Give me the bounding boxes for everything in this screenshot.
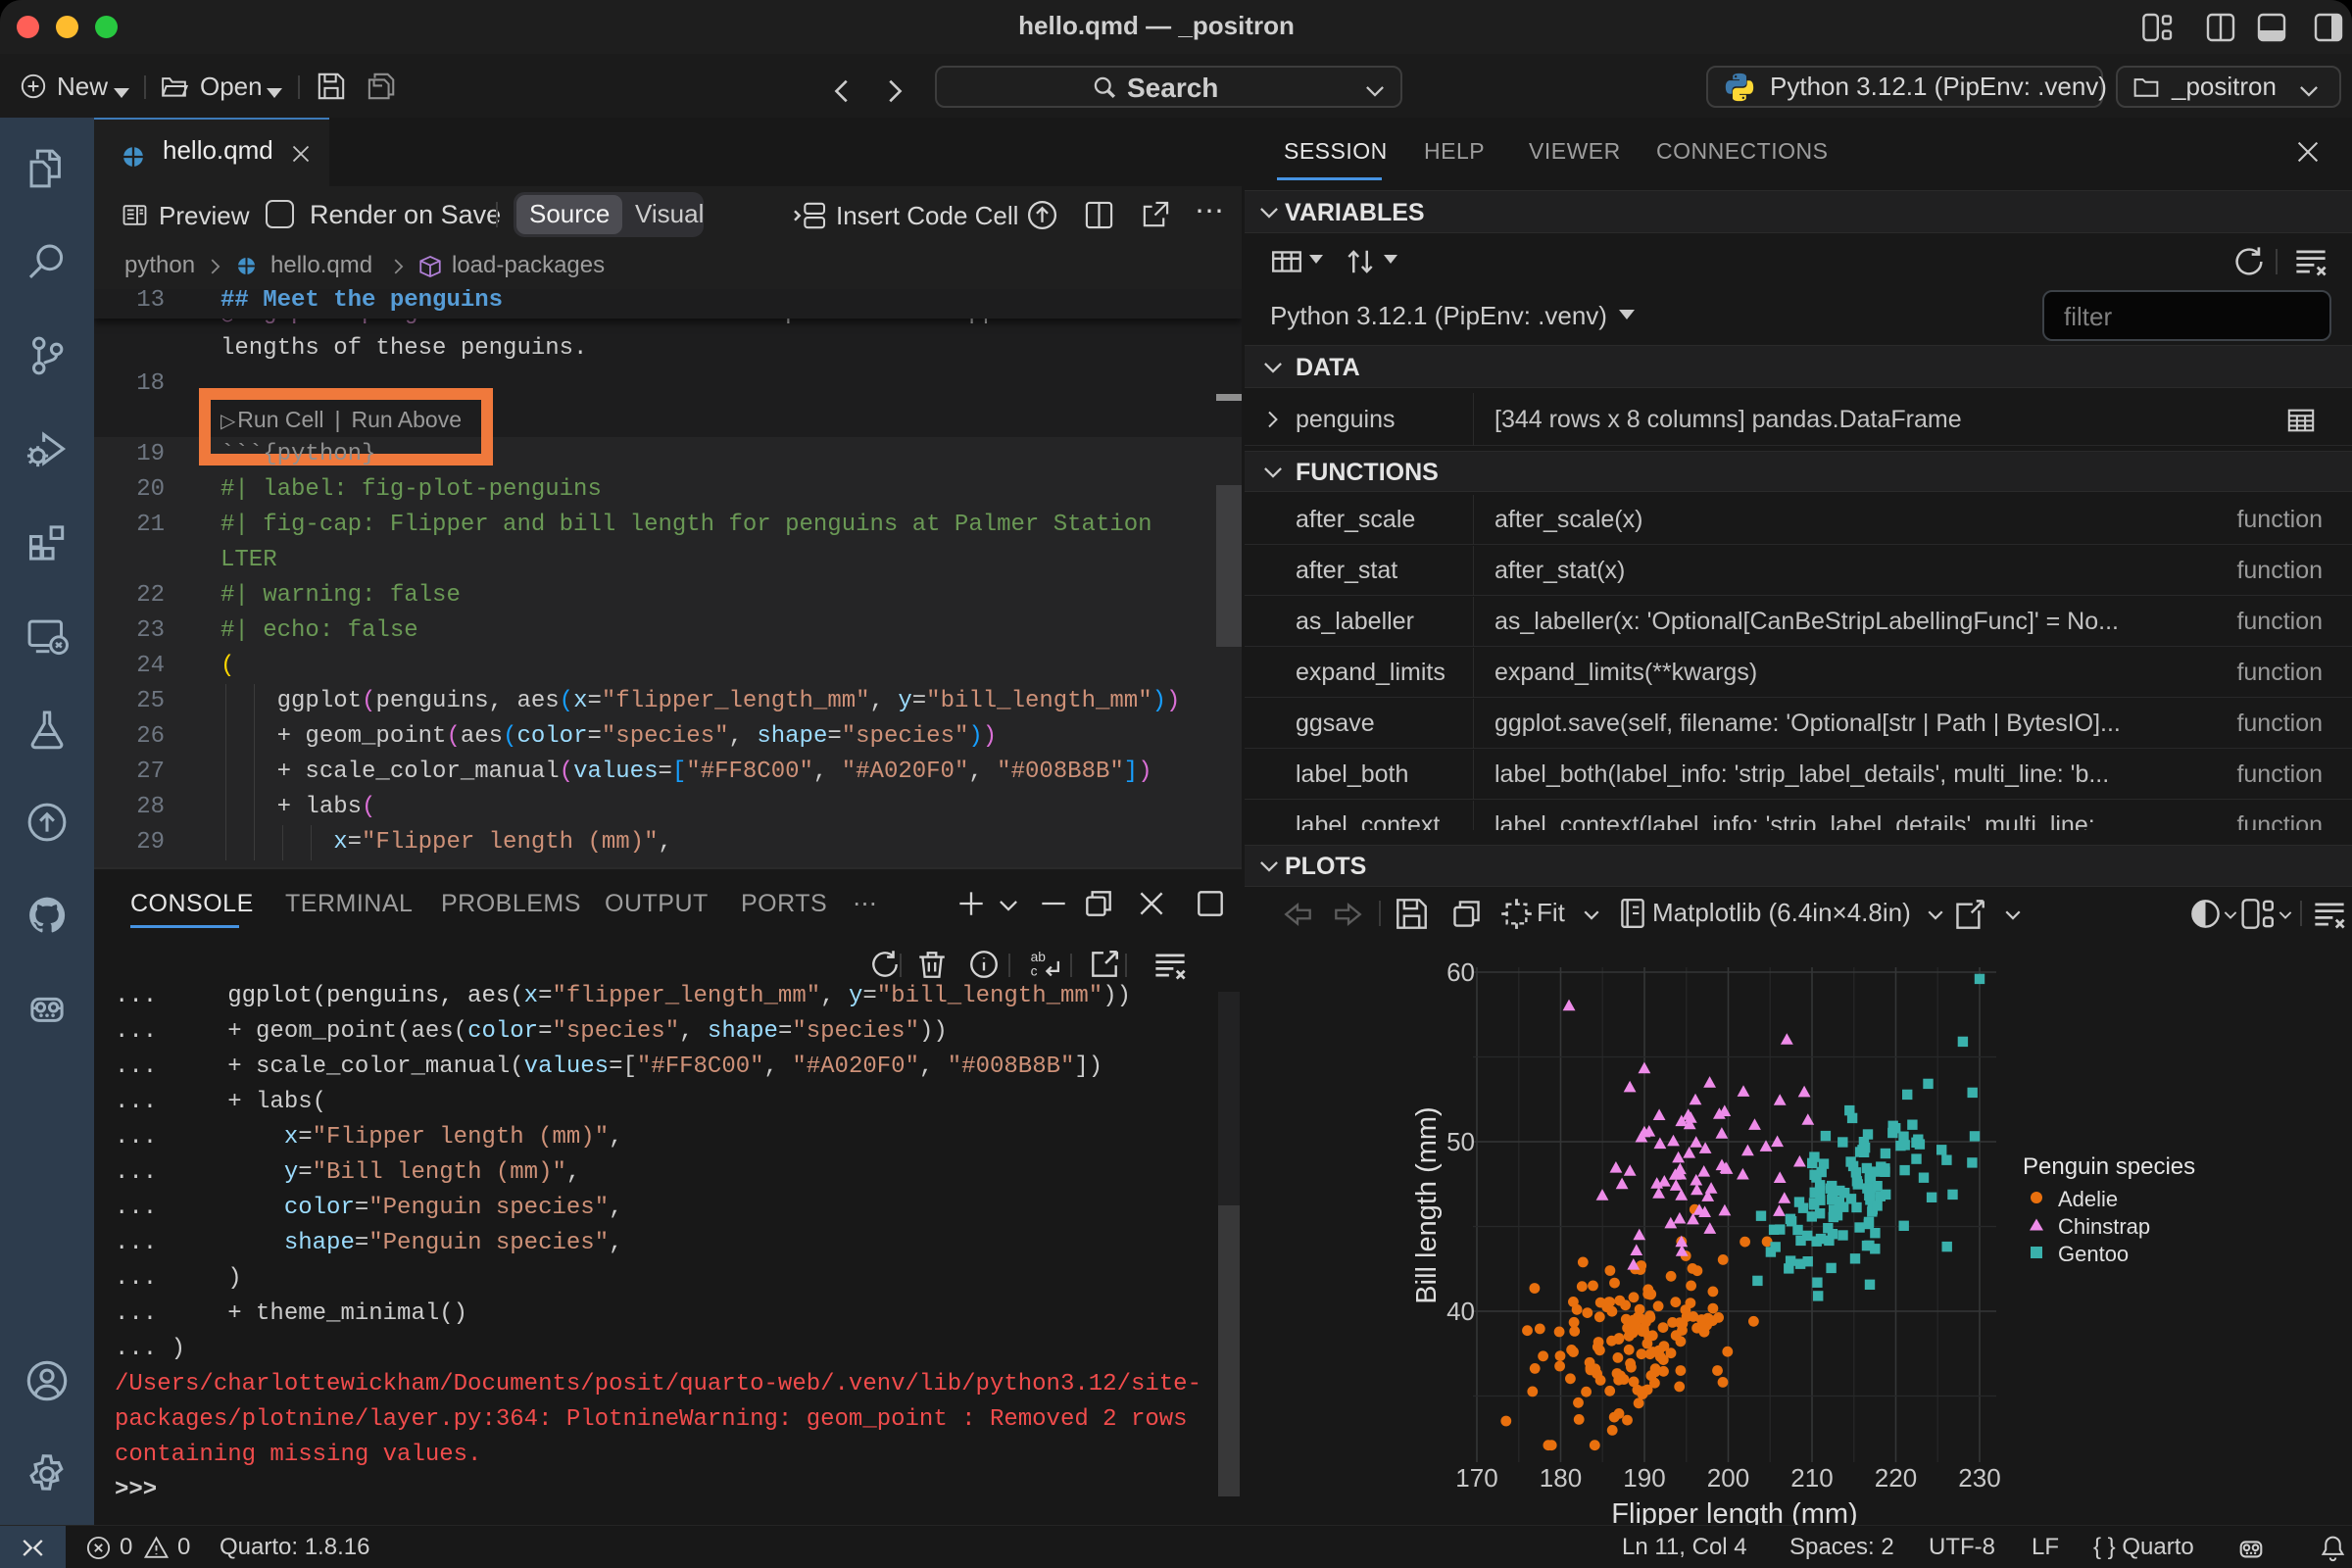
svg-text:220: 220 [1875, 1463, 1917, 1493]
svg-text:50: 50 [1446, 1127, 1475, 1156]
svg-text:c: c [1031, 964, 1038, 979]
svg-text:Gentoo: Gentoo [2058, 1242, 2129, 1266]
svg-text:Penguin species: Penguin species [2023, 1153, 2195, 1180]
svg-text:190: 190 [1623, 1463, 1665, 1493]
svg-text:40: 40 [1446, 1297, 1475, 1326]
svg-text:60: 60 [1446, 957, 1475, 987]
svg-text:170: 170 [1455, 1463, 1497, 1493]
svg-text:230: 230 [1958, 1463, 2000, 1493]
svg-text:Flipper length (mm): Flipper length (mm) [1611, 1498, 1857, 1525]
svg-text:Bill length (mm): Bill length (mm) [1411, 1106, 1443, 1303]
svg-text:200: 200 [1707, 1463, 1749, 1493]
svg-text:ab: ab [1031, 950, 1047, 964]
svg-text:Adelie: Adelie [2058, 1187, 2118, 1211]
svg-text:180: 180 [1540, 1463, 1582, 1493]
svg-text:210: 210 [1790, 1463, 1833, 1493]
svg-text:Chinstrap: Chinstrap [2058, 1214, 2150, 1239]
